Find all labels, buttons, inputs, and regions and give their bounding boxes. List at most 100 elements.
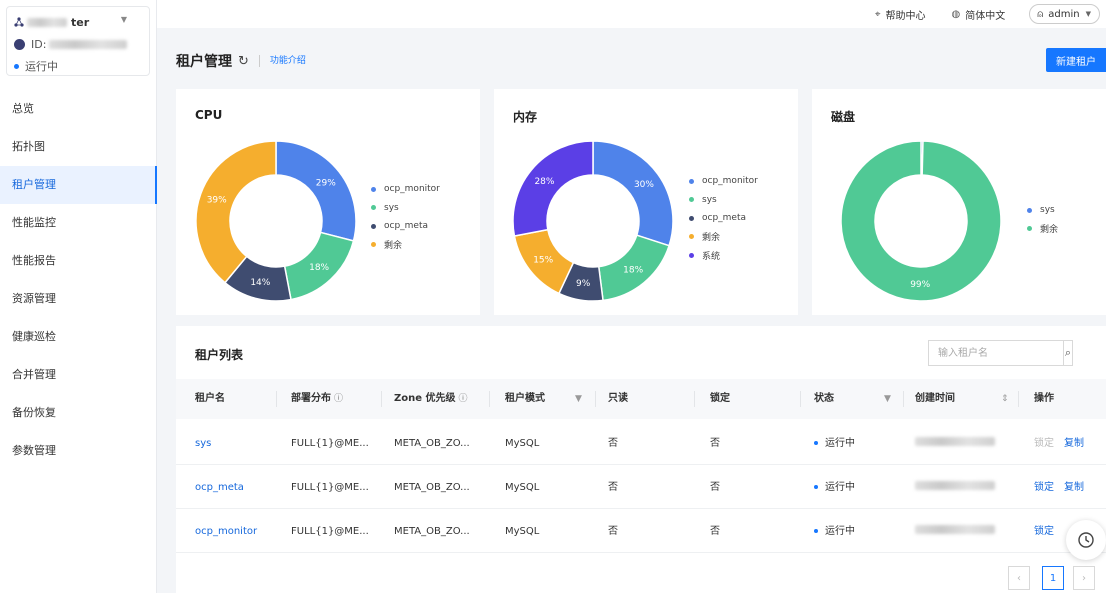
legend-dot-icon bbox=[689, 252, 694, 258]
chart-slice-label: 28% bbox=[534, 177, 554, 187]
legend-item[interactable]: sys bbox=[1027, 201, 1058, 220]
sidebar-item-performance-report[interactable]: 性能报告 bbox=[0, 242, 156, 280]
legend-item[interactable]: 剩余 bbox=[689, 228, 758, 247]
column-header-mode: 租户模式 ▼ bbox=[505, 379, 585, 419]
chart-slice-label: 29% bbox=[316, 178, 336, 188]
caret-down-icon[interactable]: ▼ bbox=[121, 15, 127, 24]
status-cell: 运行中 bbox=[814, 466, 855, 509]
help-center-link[interactable]: ⌖ 帮助中心 bbox=[875, 7, 926, 22]
legend-item[interactable]: 系统 bbox=[689, 246, 758, 265]
pagination-prev-button[interactable]: ‹ bbox=[1008, 566, 1030, 590]
legend-item[interactable]: sys bbox=[689, 191, 758, 210]
column-header-readonly: 只读 bbox=[608, 393, 628, 404]
copy-button[interactable]: 复制 bbox=[1064, 482, 1084, 493]
legend-item[interactable]: 剩余 bbox=[1027, 220, 1058, 239]
pagination-next-button[interactable]: › bbox=[1073, 566, 1095, 590]
legend-label: ocp_monitor bbox=[384, 184, 440, 195]
sort-icon[interactable]: ⇕ bbox=[1001, 379, 1009, 419]
actions-cell: 锁定 复制 bbox=[1034, 466, 1094, 509]
sidebar-nav: 总览 拓扑图 租户管理 性能监控 性能报告 资源管理 健康巡检 合并管理 备份恢… bbox=[0, 90, 157, 470]
chart-slice-ocp_monitor[interactable] bbox=[592, 140, 674, 247]
filter-icon[interactable]: ▼ bbox=[575, 379, 582, 419]
sidebar-item-health-check[interactable]: 健康巡检 bbox=[0, 318, 156, 356]
page-title: 租户管理 bbox=[176, 54, 232, 70]
legend-item[interactable]: ocp_meta bbox=[689, 209, 758, 228]
column-header-name: 租户名 bbox=[195, 393, 225, 404]
sidebar-item-overview[interactable]: 总览 bbox=[0, 90, 156, 128]
legend-label: 剩余 bbox=[1040, 225, 1059, 236]
lock-button[interactable]: 锁定 bbox=[1034, 438, 1054, 449]
mode-cell: MySQL bbox=[505, 482, 540, 493]
legend-dot-icon bbox=[1027, 226, 1032, 232]
tenant-name-link[interactable]: sys bbox=[195, 422, 211, 465]
globe-icon: ◍ bbox=[951, 8, 961, 20]
chevron-down-icon: ▼ bbox=[1085, 10, 1091, 18]
legend-dot-icon bbox=[371, 223, 376, 229]
chart-slice-系统[interactable] bbox=[512, 140, 594, 237]
locked-cell: 否 bbox=[710, 438, 720, 449]
legend-dot-icon bbox=[371, 242, 376, 248]
sidebar-item-backup[interactable]: 备份恢复 bbox=[0, 394, 156, 432]
pagination-page-button[interactable]: 1 bbox=[1042, 566, 1064, 590]
chart-slice-ocp_monitor[interactable] bbox=[275, 140, 357, 242]
history-button[interactable] bbox=[1066, 520, 1106, 560]
memory-chart-card: 内存 30% 18% 9% 15% 28% ocp_monitor sys ocp_meta… bbox=[494, 89, 798, 315]
legend-item[interactable]: 剩余 bbox=[371, 236, 440, 255]
legend-label: 系统 bbox=[702, 251, 721, 262]
language-switcher[interactable]: ◍ 简体中文 bbox=[952, 7, 1006, 22]
readonly-cell: 否 bbox=[608, 438, 618, 449]
chart-slice-剩余[interactable] bbox=[840, 140, 1002, 302]
mode-cell: MySQL bbox=[505, 526, 540, 537]
legend-label: sys bbox=[702, 194, 717, 205]
search-icon[interactable]: ⌕ bbox=[1063, 341, 1072, 365]
feature-intro-link[interactable]: 功能介绍 bbox=[258, 55, 306, 67]
help-circle-icon[interactable]: ⓘ bbox=[334, 394, 343, 404]
chart-slice-剩余[interactable] bbox=[195, 140, 277, 284]
sidebar-item-topology[interactable]: 拓扑图 bbox=[0, 128, 156, 166]
lock-button[interactable]: 锁定 bbox=[1034, 526, 1054, 537]
sidebar-item-tenants[interactable]: 租户管理 bbox=[0, 166, 157, 204]
filter-icon[interactable]: ▼ bbox=[884, 379, 891, 419]
cpu-donut-chart: 29% 18% 14% 39% bbox=[195, 140, 357, 302]
distribution-cell: FULL{1}@ME... bbox=[291, 526, 369, 537]
chart-slice-label: 14% bbox=[250, 278, 270, 288]
chart-slice-label: 18% bbox=[623, 266, 643, 276]
refresh-icon[interactable]: ↻ bbox=[238, 54, 249, 69]
cpu-chart-legend: ocp_monitorsys ocp_meta 剩余 bbox=[371, 180, 440, 254]
chart-slice-label: 18% bbox=[309, 263, 329, 273]
legend-label: sys bbox=[1040, 205, 1055, 216]
legend-item[interactable]: sys bbox=[371, 199, 440, 218]
chart-slice-label: 15% bbox=[533, 256, 553, 266]
copy-button[interactable]: 复制 bbox=[1064, 438, 1084, 449]
new-tenant-button[interactable]: 新建租户 bbox=[1046, 48, 1106, 72]
legend-label: ocp_monitor bbox=[702, 176, 758, 187]
locked-cell: 否 bbox=[710, 526, 720, 537]
tenant-search-input[interactable] bbox=[929, 341, 1063, 365]
cluster-name: ter bbox=[71, 15, 90, 29]
legend-item[interactable]: ocp_monitor bbox=[371, 180, 440, 199]
sidebar-item-resources[interactable]: 资源管理 bbox=[0, 280, 156, 318]
legend-item[interactable]: ocp_meta bbox=[371, 217, 440, 236]
lock-button[interactable]: 锁定 bbox=[1034, 482, 1054, 493]
column-header-actions: 操作 bbox=[1034, 393, 1054, 404]
table-row: ocp_meta FULL{1}@ME... META_OB_ZO... MyS… bbox=[176, 466, 1106, 509]
cluster-switcher[interactable]: ter ▼ ID: 运行中 bbox=[6, 6, 150, 76]
status-dot-icon bbox=[814, 441, 818, 445]
tenant-name-link[interactable]: ocp_meta bbox=[195, 466, 244, 509]
help-circle-icon[interactable]: ⓘ bbox=[459, 394, 468, 404]
legend-item[interactable]: ocp_monitor bbox=[689, 172, 758, 191]
legend-label: ocp_meta bbox=[384, 221, 429, 232]
cluster-name-redacted bbox=[27, 17, 67, 27]
top-bar: ⌖ 帮助中心 ◍ 简体中文 ⍝ admin ▼ bbox=[157, 0, 1106, 28]
cluster-id-redacted bbox=[49, 39, 128, 49]
table-row: ocp_monitor FULL{1}@ME... META_OB_ZO... … bbox=[176, 510, 1106, 553]
sidebar-item-merge[interactable]: 合并管理 bbox=[0, 356, 156, 394]
legend-dot-icon bbox=[371, 186, 376, 192]
column-header-distribution: 部署分布 ⓘ bbox=[291, 393, 344, 404]
location-pin-icon: ⌖ bbox=[874, 8, 881, 20]
sidebar-item-performance-monitor[interactable]: 性能监控 bbox=[0, 204, 156, 242]
sidebar-item-parameters[interactable]: 参数管理 bbox=[0, 432, 156, 470]
legend-label: ocp_meta bbox=[702, 213, 747, 224]
tenant-name-link[interactable]: ocp_monitor bbox=[195, 510, 257, 553]
user-menu[interactable]: ⍝ admin ▼ bbox=[1029, 4, 1100, 24]
